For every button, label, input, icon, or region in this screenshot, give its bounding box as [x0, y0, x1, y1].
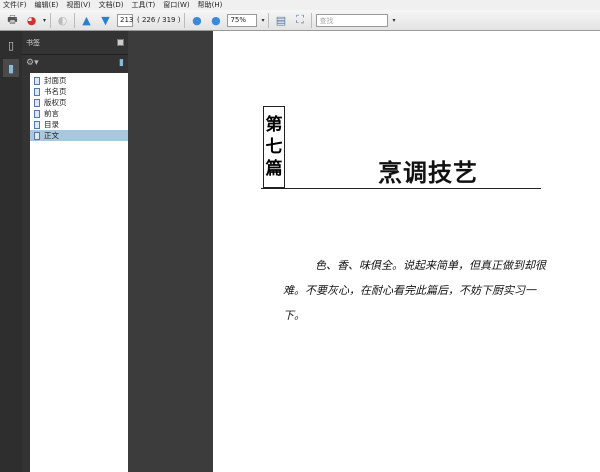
bookmark-icon — [34, 109, 40, 118]
zoom-input[interactable]: 75% — [227, 13, 258, 27]
bookmark-label: 正文 — [44, 131, 59, 140]
navigation-strip: ▯ ▮ — [0, 31, 22, 472]
bookmark-label: 版权页 — [44, 98, 67, 107]
bookmarks-icon[interactable]: ▮ — [3, 59, 19, 77]
print-icon[interactable]: 🖶 — [5, 13, 20, 28]
bookmark-item-selected[interactable]: 正文 — [30, 130, 128, 141]
bookmark-list: 封面页 书名页 版权页 前言 目录 正文 — [30, 73, 128, 472]
panel-menu-button[interactable] — [117, 39, 124, 46]
zoom-in-icon[interactable]: ● — [208, 13, 223, 28]
document-background — [128, 31, 213, 472]
menu-edit[interactable]: 编辑(E) — [35, 0, 59, 10]
page-number-input[interactable]: 213 — [117, 13, 133, 27]
search-input[interactable]: 查找 — [316, 13, 389, 27]
divider — [74, 12, 76, 28]
bookmark-icon — [34, 87, 40, 96]
fit-page-icon[interactable]: ▤ — [273, 13, 288, 28]
panel-title: 书签 — [26, 38, 40, 47]
bookmark-label: 封面页 — [44, 76, 67, 85]
bookmark-item[interactable]: 前言 — [30, 108, 128, 119]
menu-help[interactable]: 帮助(H) — [198, 0, 223, 10]
document-page: 第 七 篇 烹调技艺 色、香、味俱全。说起来简单，但真正做到却很难。不要灰心，在… — [213, 31, 600, 472]
menu-bar: 文件(F) 编辑(E) 视图(V) 文档(D) 工具(T) 窗口(W) 帮助(H… — [0, 0, 600, 10]
options-gear-icon[interactable]: ⚙▾ — [26, 58, 39, 68]
chapter-label: 第 七 篇 — [263, 106, 285, 188]
menu-view[interactable]: 视图(V) — [66, 0, 90, 10]
bookmark-icon — [34, 98, 40, 107]
page-count: ( 226 / 319 ) — [137, 16, 181, 24]
toolbar: 🖶 ◕ ▾ ◐ ▲ ▼ 213 ( 226 / 319 ) ● ● 75% ▾ ▤ … — [0, 10, 600, 31]
chapter-char: 七 — [265, 137, 283, 157]
previous-page-icon[interactable]: ▲ — [79, 13, 94, 28]
divider — [311, 12, 313, 28]
menu-file[interactable]: 文件(F) — [3, 0, 27, 10]
title-rule — [261, 188, 541, 189]
bookmark-item[interactable]: 封面页 — [30, 75, 128, 86]
chapter-title: 烹调技艺 — [378, 159, 478, 187]
next-page-icon[interactable]: ▼ — [98, 13, 113, 28]
bookmark-label: 前言 — [44, 109, 59, 118]
bookmark-item[interactable]: 版权页 — [30, 97, 128, 108]
bookmark-icon — [34, 131, 40, 140]
divider — [268, 12, 270, 28]
zoom-out-icon[interactable]: ● — [189, 13, 204, 28]
menu-tools[interactable]: 工具(T) — [132, 0, 156, 10]
pages-icon[interactable]: ▯ — [3, 36, 19, 54]
chapter-char: 篇 — [265, 159, 283, 179]
menu-document[interactable]: 文档(D) — [99, 0, 124, 10]
bookmark-icon — [34, 76, 40, 85]
hand-tool-icon[interactable]: ◐ — [55, 13, 70, 28]
body-text: 色、香、味俱全。说起来简单，但真正做到却很难。不要灰心，在耐心看完此篇后，不妨下… — [283, 259, 546, 322]
divider — [184, 12, 186, 28]
bookmark-item[interactable]: 目录 — [30, 119, 128, 130]
chevron-down-icon[interactable]: ▾ — [392, 17, 395, 24]
create-pdf-icon[interactable]: ◕ — [24, 13, 39, 28]
divider — [50, 12, 52, 28]
full-screen-icon[interactable]: ⛶ — [292, 13, 307, 28]
bookmark-label: 目录 — [44, 120, 59, 129]
bookmark-icon — [34, 120, 40, 129]
chapter-char: 第 — [265, 115, 283, 135]
new-bookmark-icon[interactable]: ▮ — [119, 58, 124, 68]
bookmark-label: 书名页 — [44, 87, 67, 96]
chevron-down-icon[interactable]: ▾ — [43, 17, 46, 24]
menu-window[interactable]: 窗口(W) — [163, 0, 189, 10]
bookmarks-panel: 书签 ⚙▾ ▮ 封面页 书名页 版权页 前言 目录 正文 — [22, 31, 128, 472]
bookmark-item[interactable]: 书名页 — [30, 86, 128, 97]
chevron-down-icon[interactable]: ▾ — [261, 17, 264, 24]
